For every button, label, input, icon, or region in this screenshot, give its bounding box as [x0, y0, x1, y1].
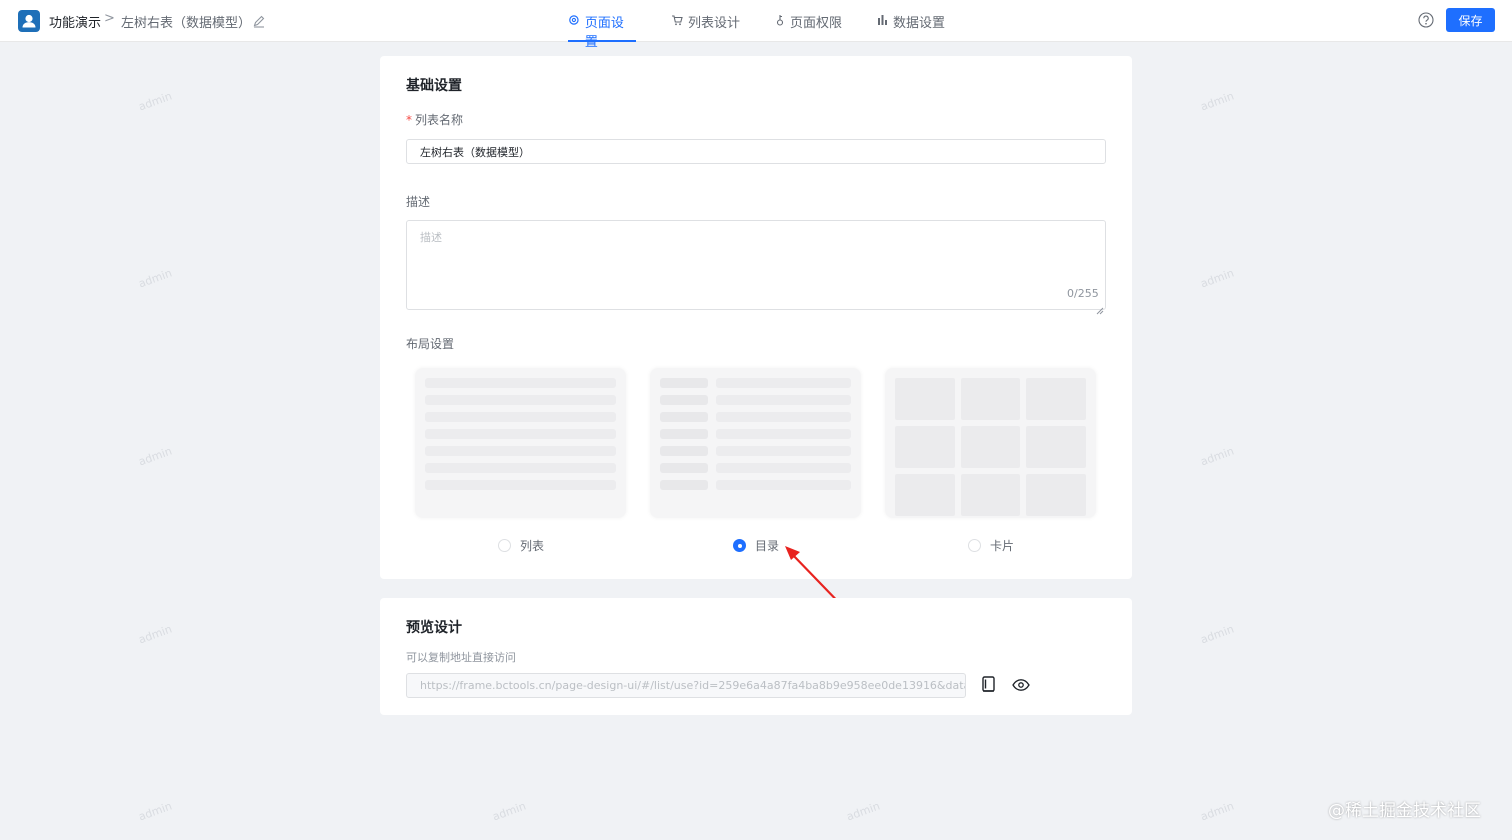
watermark: admin: [1198, 799, 1236, 824]
watermark: admin: [844, 799, 882, 824]
breadcrumb-app[interactable]: 功能演示: [49, 12, 101, 31]
preview-url-field[interactable]: https://frame.bctools.cn/page-design-ui/…: [406, 673, 966, 698]
list-name-label: * 列表名称: [406, 111, 463, 128]
top-bar: 功能演示 > 左树右表（数据模型） 页面设置 列表设计 页面权限 数据设置 保存: [0, 0, 1512, 50]
watermark: admin: [1198, 622, 1236, 647]
layout-thumb-card[interactable]: [885, 368, 1096, 518]
help-icon[interactable]: [1418, 12, 1434, 28]
watermark: admin: [136, 444, 174, 469]
chevron-right-icon: >: [104, 11, 115, 26]
bar-chart-icon: [878, 15, 887, 25]
description-textarea[interactable]: [406, 220, 1106, 310]
radio-label: 卡片: [990, 539, 1015, 553]
thumb-line: [425, 395, 616, 405]
edit-icon[interactable]: [252, 13, 266, 28]
preview-hint: 可以复制地址直接访问: [406, 651, 516, 664]
layout-radio-card[interactable]: 卡片: [968, 537, 1014, 554]
breadcrumb-page: 左树右表（数据模型）: [121, 16, 252, 31]
thumb-line: [425, 480, 616, 490]
layout-radio-directory[interactable]: 目录: [733, 537, 779, 554]
key-icon: [776, 15, 784, 26]
watermark: admin: [136, 89, 174, 114]
radio-circle-checked[interactable]: [733, 539, 746, 552]
watermark: admin: [136, 799, 174, 824]
layout-radio-list[interactable]: 列表: [498, 537, 544, 554]
watermark: admin: [1198, 266, 1236, 291]
copy-icon[interactable]: [980, 675, 998, 693]
radio-circle[interactable]: [968, 539, 981, 552]
list-name-input[interactable]: [406, 139, 1106, 164]
layout-thumb-directory[interactable]: [650, 368, 861, 518]
watermark: admin: [136, 266, 174, 291]
layout-settings-label: 布局设置: [406, 337, 455, 351]
watermark: admin: [136, 622, 174, 647]
app-logo-icon: [18, 10, 40, 32]
preview-design-card: 预览设计 可以复制地址直接访问 https://frame.bctools.cn…: [380, 598, 1132, 715]
preview-url: https://frame.bctools.cn/page-design-ui/…: [420, 679, 966, 692]
tab-label: 列表设计: [688, 16, 741, 31]
radio-label: 列表: [520, 539, 545, 553]
thumb-line: [425, 446, 616, 456]
basic-settings-card: 基础设置 *列表名称 描述 0/255 布局设置 列表 目录: [380, 56, 1132, 579]
juejin-watermark: @稀土掘金技术社区: [1328, 801, 1481, 821]
tab-page-permission[interactable]: 页面权限: [775, 12, 842, 42]
section-title: 预览设计: [406, 620, 462, 636]
description-label: 描述: [406, 195, 431, 209]
tab-label: 页面权限: [790, 16, 843, 31]
section-title: 基础设置: [406, 78, 462, 94]
watermark: admin: [490, 799, 528, 824]
tab-data-settings[interactable]: 数据设置: [877, 12, 945, 42]
tab-list-design[interactable]: 列表设计: [671, 12, 740, 42]
char-counter: 0/255: [1067, 287, 1099, 300]
layout-thumb-list[interactable]: [415, 368, 626, 518]
watermark: admin: [1198, 444, 1236, 469]
thumb-line: [425, 378, 616, 388]
save-button[interactable]: 保存: [1446, 8, 1495, 32]
gear-icon: [569, 15, 579, 25]
tab-page-settings[interactable]: 页面设置: [568, 12, 636, 50]
eye-icon[interactable]: [1012, 677, 1030, 691]
radio-label: 目录: [755, 539, 780, 553]
thumb-line: [425, 429, 616, 439]
watermark: admin: [1198, 89, 1236, 114]
required-mark: *: [406, 113, 412, 127]
tab-label: 数据设置: [893, 16, 946, 31]
thumb-line: [425, 412, 616, 422]
tab-label: 页面设置: [584, 16, 624, 50]
thumb-line: [425, 463, 616, 473]
card-grid: [895, 378, 1086, 516]
resize-handle-icon[interactable]: [1096, 300, 1104, 315]
list-name-label-text: 列表名称: [415, 113, 464, 127]
radio-circle[interactable]: [498, 539, 511, 552]
cart-icon: [672, 15, 683, 26]
